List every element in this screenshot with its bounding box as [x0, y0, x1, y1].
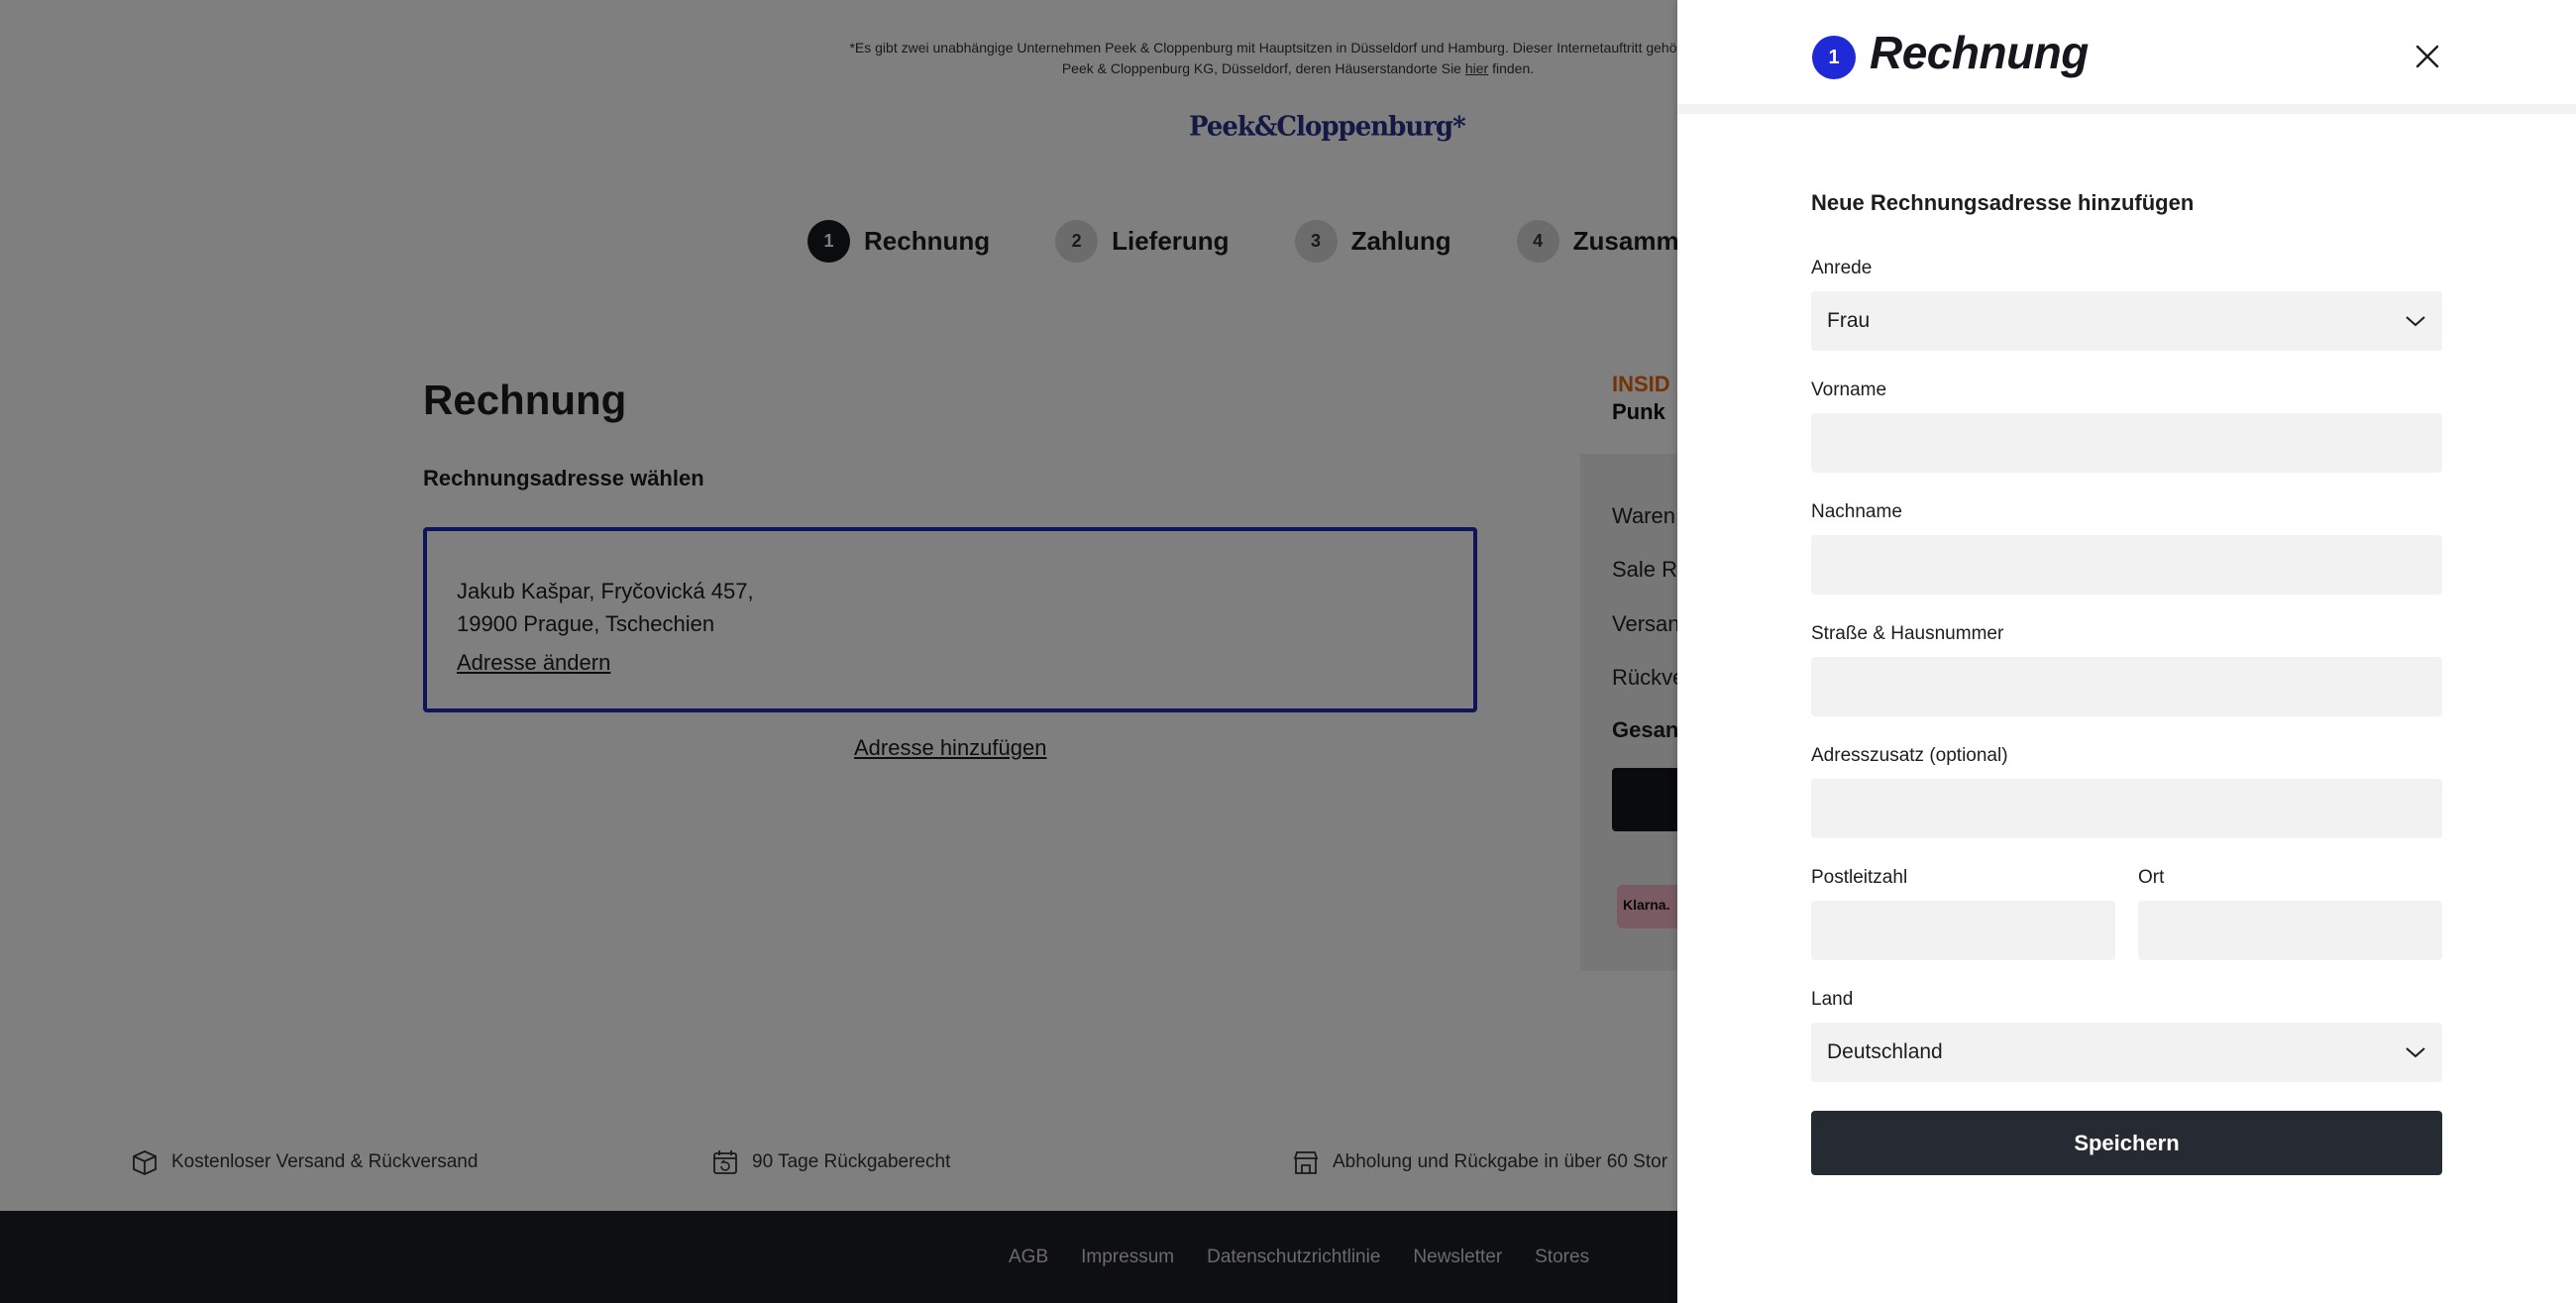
checkout-page: *Es gibt zwei unabhängige Unternehmen Pe… — [0, 0, 2576, 1303]
ort-input[interactable] — [2138, 901, 2442, 960]
vorname-label: Vorname — [1811, 380, 1887, 400]
nachname-group: Nachname — [1811, 501, 2442, 595]
plz-input[interactable] — [1811, 901, 2115, 960]
anrede-value: Frau — [1827, 309, 1871, 332]
address-form: Neue Rechnungsadresse hinzufügen Anrede … — [1811, 190, 2442, 1175]
plz-label: Postleitzahl — [1811, 867, 1908, 888]
anrede-group: Anrede Frau — [1811, 258, 2442, 351]
anrede-label: Anrede — [1811, 258, 1873, 278]
plz-ort-row: Postleitzahl Ort — [1811, 867, 2442, 960]
plz-group: Postleitzahl — [1811, 867, 2115, 960]
panel-step-number: 1 — [1812, 36, 1856, 79]
chevron-down-icon — [2406, 316, 2425, 327]
save-button[interactable]: Speichern — [1811, 1111, 2442, 1175]
form-title: Neue Rechnungsadresse hinzufügen — [1811, 190, 2195, 215]
ort-label: Ort — [2138, 867, 2165, 888]
nachname-input[interactable] — [1811, 535, 2442, 595]
vorname-group: Vorname — [1811, 380, 2442, 473]
strasse-label: Straße & Hausnummer — [1811, 623, 2004, 644]
address-side-panel: 1 Rechnung Neue Rechnungsadresse hinzufü… — [1677, 0, 2576, 1303]
land-group: Land Deutschland — [1811, 989, 2442, 1082]
strasse-input[interactable] — [1811, 657, 2442, 716]
zusatz-label: Adresszusatz (optional) — [1811, 745, 2008, 766]
close-icon[interactable] — [2411, 40, 2444, 73]
strasse-group: Straße & Hausnummer — [1811, 623, 2442, 716]
chevron-down-icon — [2406, 1047, 2425, 1058]
panel-header: 1 Rechnung — [1677, 0, 2576, 114]
zusatz-group: Adresszusatz (optional) — [1811, 745, 2442, 838]
vorname-input[interactable] — [1811, 413, 2442, 473]
zusatz-input[interactable] — [1811, 779, 2442, 838]
land-value: Deutschland — [1827, 1040, 1943, 1063]
land-select[interactable]: Deutschland — [1811, 1023, 2442, 1082]
panel-title: Rechnung — [1870, 27, 2089, 78]
anrede-select[interactable]: Frau — [1811, 291, 2442, 351]
land-label: Land — [1811, 989, 1854, 1010]
ort-group: Ort — [2138, 867, 2442, 960]
nachname-label: Nachname — [1811, 501, 1902, 522]
